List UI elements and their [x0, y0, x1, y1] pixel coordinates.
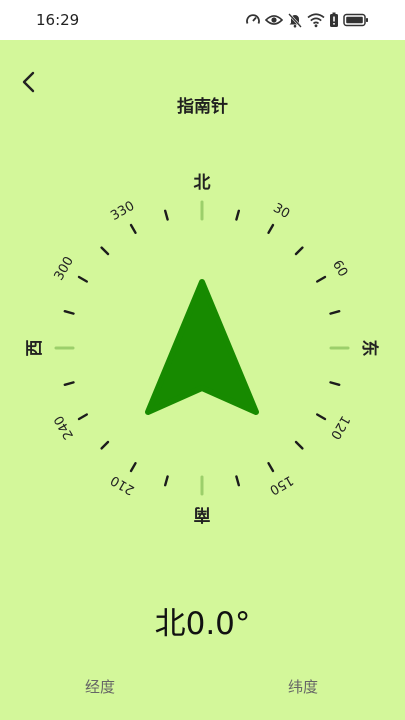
- battery-saver-icon: [330, 12, 338, 27]
- degree-tick: [294, 440, 304, 450]
- degree-tick: [163, 475, 169, 487]
- degree-tick: [294, 246, 304, 256]
- degree-label-30: 30: [270, 201, 292, 222]
- cardinal-north-label: 北: [194, 173, 211, 193]
- longitude-button[interactable]: 经度: [85, 676, 115, 697]
- cardinal-west-label: 西: [25, 340, 45, 357]
- speed-icon: [246, 14, 260, 24]
- degree-label-210: 210: [108, 472, 137, 497]
- cardinal-south-label: 南: [194, 504, 211, 525]
- status-icons: [245, 11, 369, 29]
- degree-tick: [267, 462, 275, 473]
- heading-reading: 北0.0°: [154, 606, 251, 642]
- degree-tick: [129, 223, 137, 235]
- degree-label-150: 150: [267, 472, 296, 497]
- degree-tick: [100, 246, 110, 256]
- chevron-left-icon: [22, 71, 35, 93]
- degree-tick: [316, 413, 327, 421]
- degree-label-240: 240: [52, 413, 77, 442]
- mute-icon: [288, 13, 302, 28]
- battery-icon: [343, 13, 368, 27]
- degree-tick: [235, 475, 241, 487]
- degree-tick: [329, 381, 341, 387]
- page-title: 指南针: [177, 97, 228, 117]
- degree-label-120: 120: [327, 413, 352, 442]
- degree-tick: [77, 413, 89, 421]
- degree-tick: [329, 309, 341, 315]
- compass-needle: [145, 279, 259, 415]
- degree-label-300: 300: [52, 254, 77, 283]
- wifi-icon: [307, 13, 325, 28]
- eye-icon: [265, 15, 283, 25]
- degree-tick: [235, 209, 241, 221]
- status-bar: 16:29: [0, 0, 405, 40]
- status-time: 16:29: [36, 11, 80, 29]
- degree-label-60: 60: [329, 258, 350, 280]
- compass-dial: 北 东 南 西 30 60 120 150 210 240 300 330: [25, 173, 380, 525]
- latitude-button[interactable]: 纬度: [288, 676, 318, 697]
- degree-label-330: 330: [108, 199, 137, 224]
- degree-tick: [129, 462, 137, 473]
- cardinal-east-label: 东: [359, 340, 380, 357]
- degree-tick: [316, 275, 327, 283]
- degree-tick: [77, 275, 89, 283]
- degree-tick: [63, 309, 75, 315]
- degree-tick: [267, 223, 275, 235]
- degree-tick: [163, 209, 169, 221]
- degree-tick: [63, 381, 75, 387]
- degree-tick: [100, 440, 110, 450]
